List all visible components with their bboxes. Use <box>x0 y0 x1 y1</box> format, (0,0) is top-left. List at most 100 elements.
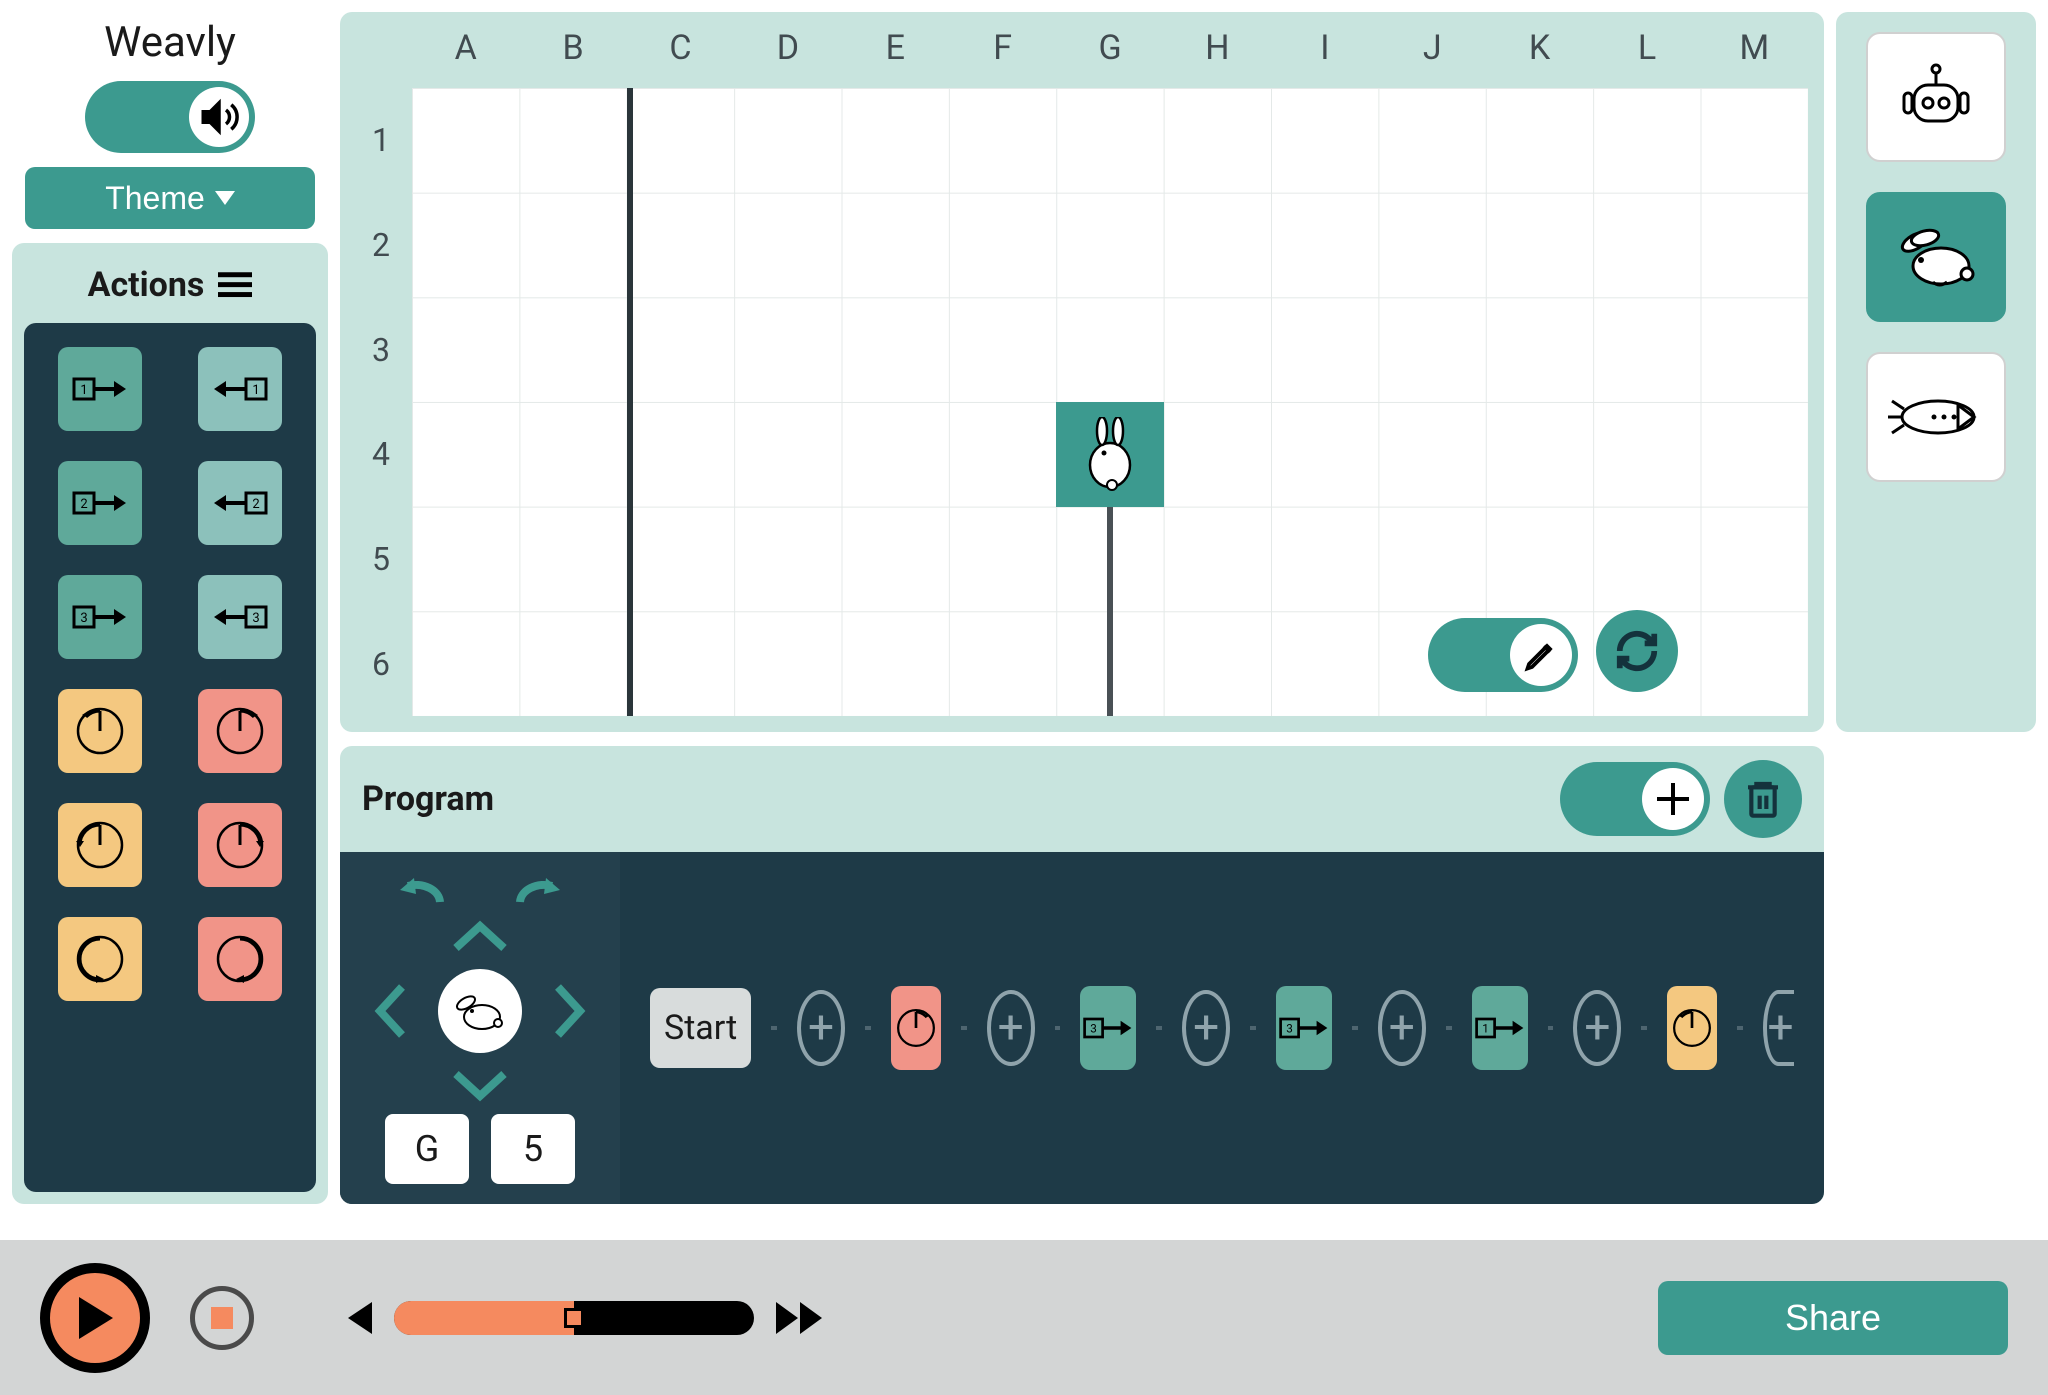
move-up-button[interactable] <box>450 920 510 954</box>
svg-text:1: 1 <box>80 383 87 398</box>
stop-button[interactable] <box>190 1286 254 1350</box>
column-label: D <box>734 28 841 72</box>
svg-text:1: 1 <box>1482 1022 1489 1036</box>
step-forward-3[interactable]: 3 <box>1080 986 1136 1070</box>
character-position-panel: G 5 <box>340 852 620 1204</box>
add-step-slot[interactable]: + <box>797 990 845 1066</box>
svg-text:2: 2 <box>252 497 259 512</box>
action-turn-left-180[interactable] <box>58 917 142 1001</box>
row-label: 2 <box>356 193 406 298</box>
add-step-slot[interactable]: + <box>1182 990 1230 1066</box>
svg-text:3: 3 <box>252 611 259 626</box>
speed-thumb[interactable] <box>564 1308 584 1328</box>
action-forward-2[interactable]: 2 <box>58 461 142 545</box>
center-column: ABCDEFGHIJKLM 123456 <box>340 12 1824 1204</box>
trash-icon <box>1743 777 1783 821</box>
column-label: L <box>1593 28 1700 72</box>
action-turn-right-45[interactable] <box>198 689 282 773</box>
character-rabbit[interactable] <box>1866 192 2006 322</box>
row-label: 4 <box>356 402 406 507</box>
refresh-button[interactable] <box>1596 610 1678 692</box>
svg-text:3: 3 <box>80 611 87 626</box>
share-button-label: Share <box>1785 1297 1881 1338</box>
program-title: Program <box>362 779 1546 819</box>
row-label: 3 <box>356 297 406 402</box>
column-label: H <box>1164 28 1271 72</box>
add-step-slot[interactable]: + <box>1573 990 1621 1066</box>
refresh-icon <box>1614 628 1660 674</box>
delete-all-button[interactable] <box>1724 760 1802 838</box>
move-right-button[interactable] <box>552 981 586 1041</box>
speaker-icon <box>189 87 249 147</box>
sound-toggle[interactable] <box>85 81 255 153</box>
actions-title: Actions <box>88 265 205 305</box>
svg-text:1: 1 <box>252 383 259 398</box>
actions-panel: Actions 1 1 2 <box>12 243 328 1204</box>
play-icon <box>75 1295 115 1341</box>
column-label: I <box>1271 28 1378 72</box>
column-label: G <box>1056 28 1163 72</box>
drawn-line-1 <box>627 88 633 716</box>
column-label: J <box>1379 28 1486 72</box>
chevron-down-icon <box>215 191 235 205</box>
pen-toggle[interactable] <box>1428 618 1578 692</box>
rotate-right-button[interactable] <box>510 872 564 910</box>
pencil-icon <box>1510 624 1572 686</box>
row-label: 1 <box>356 88 406 193</box>
fast-forward-icon[interactable] <box>774 1300 826 1336</box>
action-backward-2[interactable]: 2 <box>198 461 282 545</box>
menu-icon[interactable] <box>218 271 252 299</box>
step-turn-right-45[interactable] <box>891 986 941 1070</box>
column-labels: ABCDEFGHIJKLM <box>412 28 1808 72</box>
row-labels: 123456 <box>356 88 406 716</box>
rocket-icon <box>1886 387 1986 447</box>
share-button[interactable]: Share <box>1658 1281 2008 1355</box>
action-forward-3[interactable]: 3 <box>58 575 142 659</box>
column-label: A <box>412 28 519 72</box>
action-backward-1[interactable]: 1 <box>198 347 282 431</box>
action-turn-right-90[interactable] <box>198 803 282 887</box>
svg-text:3: 3 <box>1286 1022 1293 1036</box>
action-backward-3[interactable]: 3 <box>198 575 282 659</box>
start-block: Start <box>650 988 751 1068</box>
step-back-icon[interactable] <box>344 1300 374 1336</box>
column-label: F <box>949 28 1056 72</box>
svg-text:3: 3 <box>1091 1022 1098 1036</box>
add-step-slot[interactable]: + <box>1763 990 1794 1066</box>
action-turn-right-180[interactable] <box>198 917 282 1001</box>
column-label: E <box>842 28 949 72</box>
theme-button[interactable]: Theme <box>25 167 315 229</box>
character-robot[interactable] <box>1866 32 2006 162</box>
step-forward-1[interactable]: 1 <box>1472 986 1528 1070</box>
add-mode-toggle[interactable] <box>1560 762 1710 836</box>
column-label: B <box>519 28 626 72</box>
play-button[interactable] <box>40 1263 150 1373</box>
row-label: 6 <box>356 611 406 716</box>
row-label: 5 <box>356 507 406 612</box>
character-on-grid[interactable] <box>1056 402 1163 507</box>
action-turn-left-90[interactable] <box>58 803 142 887</box>
rotate-left-button[interactable] <box>396 872 450 910</box>
svg-text:2: 2 <box>80 497 87 512</box>
step-forward-3[interactable]: 3 <box>1276 986 1332 1070</box>
step-turn-left-45[interactable] <box>1667 986 1717 1070</box>
move-left-button[interactable] <box>374 981 408 1041</box>
rabbit-icon <box>1080 417 1140 491</box>
move-down-button[interactable] <box>450 1068 510 1102</box>
robot-icon <box>1894 55 1978 139</box>
row-input[interactable]: 5 <box>491 1114 575 1184</box>
character-rocket[interactable] <box>1866 352 2006 482</box>
drawn-line-2 <box>1107 507 1113 716</box>
column-input[interactable]: G <box>385 1114 469 1184</box>
action-turn-left-45[interactable] <box>58 689 142 773</box>
add-step-slot[interactable]: + <box>987 990 1035 1066</box>
column-label: M <box>1701 28 1808 72</box>
program-panel: Program <box>340 746 1824 1204</box>
scene-panel: ABCDEFGHIJKLM 123456 <box>340 12 1824 732</box>
direction-pad <box>380 926 580 1096</box>
rabbit-icon <box>1891 222 1981 292</box>
action-forward-1[interactable]: 1 <box>58 347 142 431</box>
speed-slider[interactable] <box>394 1301 754 1335</box>
add-step-slot[interactable]: + <box>1378 990 1426 1066</box>
character-picker <box>1836 12 2036 732</box>
